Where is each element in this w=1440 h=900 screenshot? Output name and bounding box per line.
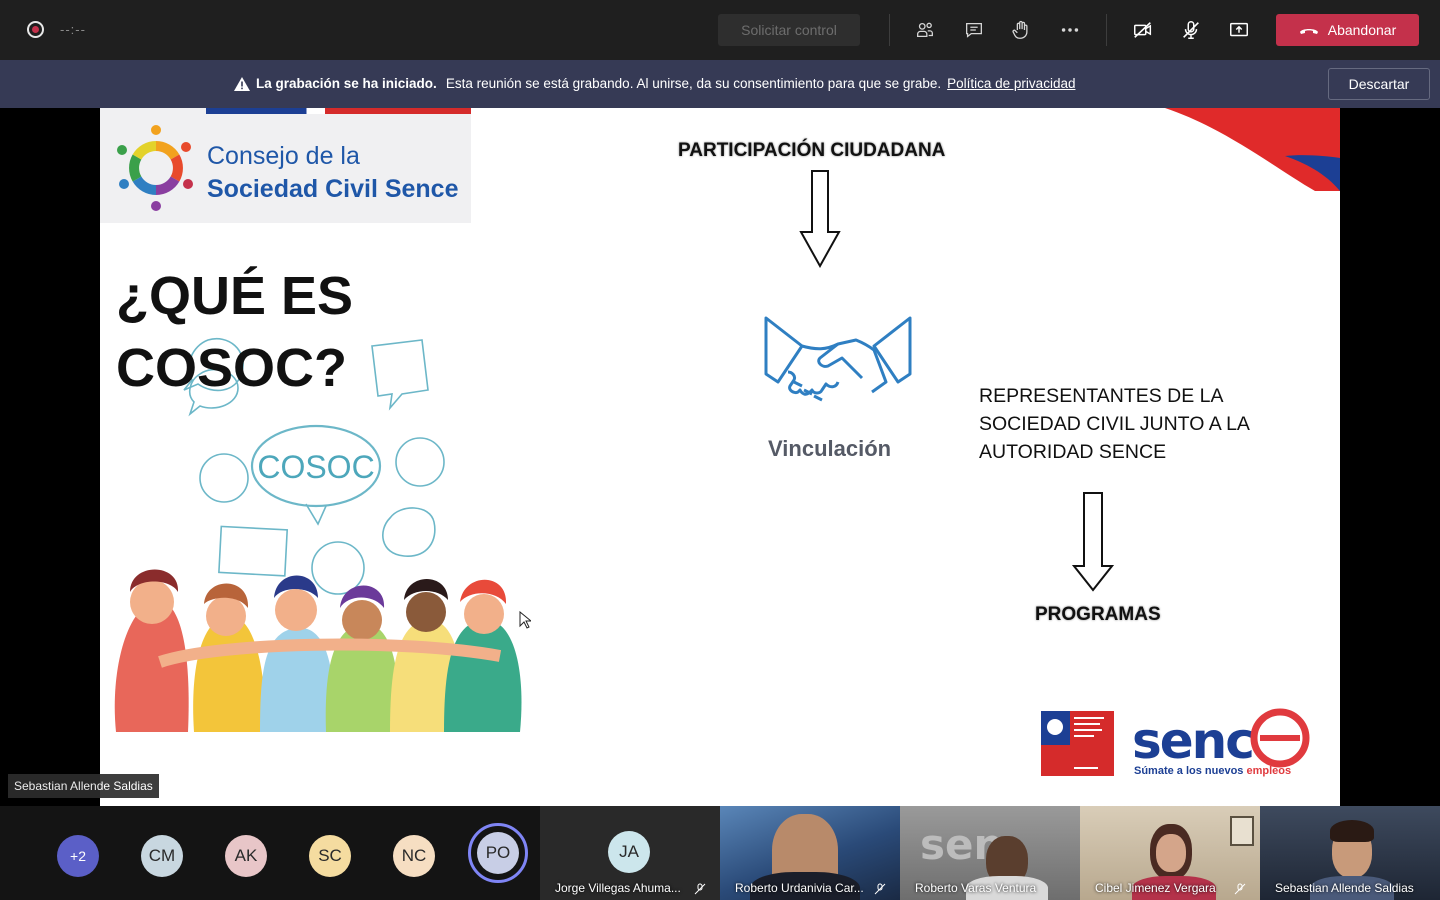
mic-off-icon[interactable] bbox=[1177, 16, 1205, 44]
corner-decoration-icon bbox=[1165, 108, 1340, 191]
participation-label: PARTICIPACIÓN CIUDADANA bbox=[678, 140, 946, 161]
participant-video bbox=[1156, 834, 1186, 872]
more-actions-icon[interactable] bbox=[1056, 16, 1084, 44]
flag-stripe bbox=[206, 108, 471, 114]
participant-name: Cibel Jimenez Vergara bbox=[1095, 881, 1216, 895]
cosoc-logo: Consejo de la Sociedad Civil Sence bbox=[100, 108, 471, 223]
sence-tagline: Súmate a los nuevos empleos bbox=[1134, 765, 1292, 777]
participants-icon[interactable] bbox=[911, 16, 939, 44]
participant-video-tile[interactable]: Sebastian Allende Saldias bbox=[1260, 806, 1440, 900]
svg-text:senc: senc bbox=[1132, 712, 1253, 770]
participant-name: Jorge Villegas Ahuma... bbox=[555, 881, 681, 895]
warning-icon bbox=[234, 76, 250, 91]
logo-wordmark: Consejo de la Sociedad Civil Sence bbox=[207, 140, 459, 206]
avatar[interactable]: CM bbox=[141, 835, 183, 877]
avatar[interactable]: PO bbox=[477, 832, 519, 874]
muted-mic-icon bbox=[874, 883, 886, 895]
handshake-icon bbox=[764, 316, 912, 402]
leave-button[interactable]: Abandonar bbox=[1276, 14, 1419, 46]
down-arrow-icon bbox=[1072, 492, 1114, 592]
toolbar-divider bbox=[889, 14, 890, 46]
participant-video-tile[interactable]: Roberto Urdanivia Car... bbox=[720, 806, 900, 900]
participant-tile[interactable]: JA Jorge Villegas Ahuma... bbox=[540, 806, 720, 900]
logo-line2: Sociedad Civil Sence bbox=[207, 175, 459, 203]
cosoc-emblem-icon bbox=[117, 125, 193, 211]
participant-name: Roberto Varas Ventura bbox=[915, 881, 1037, 895]
meeting-timer: --:-- bbox=[60, 22, 86, 37]
mouse-cursor-icon bbox=[519, 611, 531, 629]
camera-off-icon[interactable] bbox=[1129, 16, 1157, 44]
cosoc-bubble-text: COSOC bbox=[257, 449, 374, 485]
muted-mic-icon bbox=[694, 883, 706, 895]
programs-label: PROGRAMAS bbox=[1035, 604, 1161, 625]
recording-message: Esta reunión se está grabando. Al unirse… bbox=[445, 76, 942, 91]
recording-indicator-icon bbox=[27, 21, 44, 38]
raise-hand-icon[interactable] bbox=[1007, 16, 1035, 44]
down-arrow-icon bbox=[799, 170, 841, 268]
avatar[interactable]: AK bbox=[225, 835, 267, 877]
recording-notice: La grabación se ha iniciado. Esta reunió… bbox=[234, 76, 1075, 91]
chat-icon[interactable] bbox=[960, 16, 988, 44]
meeting-toolbar: --:-- Solicitar control Abandonar bbox=[0, 0, 1440, 60]
slide-heading: ¿QUÉ ES COSOC? bbox=[116, 266, 354, 398]
presenter-name-tag: Sebastian Allende Saldias bbox=[8, 774, 159, 798]
representatives-label: REPRESENTANTES DE LA SOCIEDAD CIVIL JUNT… bbox=[979, 385, 1249, 463]
shared-content-stage: Consejo de la Sociedad Civil Sence ¿QUÉ … bbox=[0, 108, 1440, 806]
muted-mic-icon bbox=[1234, 883, 1246, 895]
share-screen-icon[interactable] bbox=[1225, 16, 1253, 44]
vinculacion-label: Vinculación bbox=[768, 436, 892, 461]
presentation-slide: Consejo de la Sociedad Civil Sence ¿QUÉ … bbox=[100, 108, 1340, 806]
avatar[interactable]: SC bbox=[309, 835, 351, 877]
wall-frame bbox=[1230, 816, 1254, 846]
participant-name: Sebastian Allende Saldias bbox=[1275, 881, 1414, 895]
hang-up-icon bbox=[1299, 29, 1318, 34]
toolbar-divider bbox=[1106, 14, 1107, 46]
request-control-button[interactable]: Solicitar control bbox=[718, 14, 860, 46]
recording-title: La grabación se ha iniciado. bbox=[256, 76, 437, 91]
participants-strip: +2 CM AK SC NC PO JA Jorge Villegas Ahum… bbox=[0, 806, 1440, 900]
more-participants-button[interactable]: +2 bbox=[57, 835, 99, 877]
privacy-policy-link[interactable]: Política de privacidad bbox=[947, 76, 1075, 91]
ministry-logo-icon bbox=[1041, 711, 1114, 776]
participant-video-tile[interactable]: Cibel Jimenez Vergara bbox=[1080, 806, 1260, 900]
participant-video-tile[interactable]: sen Roberto Varas Ventura bbox=[900, 806, 1080, 900]
dismiss-button[interactable]: Descartar bbox=[1328, 68, 1430, 100]
avatar[interactable]: NC bbox=[393, 835, 435, 877]
leave-label: Abandonar bbox=[1327, 22, 1397, 38]
people-group bbox=[114, 569, 522, 732]
participant-video bbox=[1330, 820, 1374, 842]
participant-name: Roberto Urdanivia Car... bbox=[735, 881, 864, 895]
logo-line1: Consejo de la bbox=[207, 142, 360, 170]
avatar: JA bbox=[608, 831, 650, 873]
recording-banner: La grabación se ha iniciado. Esta reunió… bbox=[0, 60, 1440, 108]
